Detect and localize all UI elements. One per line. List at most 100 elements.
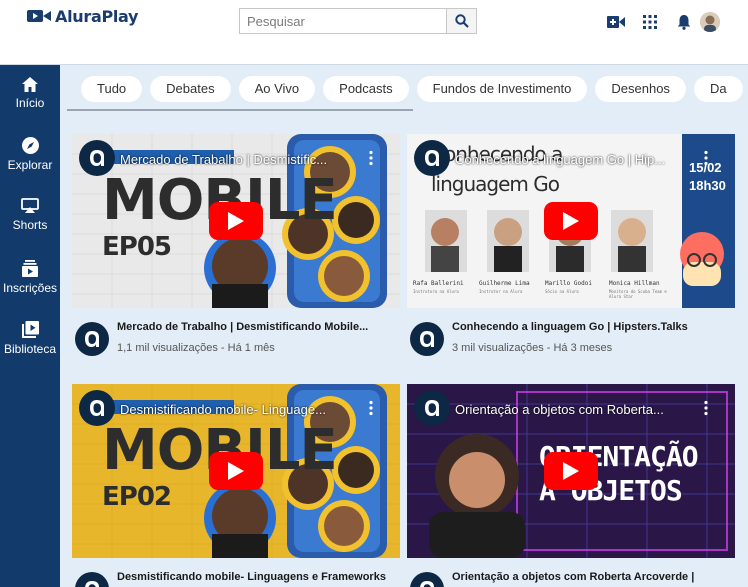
- library-icon: [21, 321, 39, 338]
- video-stats: 3 mil visualizações - Há 3 meses: [452, 342, 613, 354]
- video-card[interactable]: MOBILE EP05 Mercado de Trabalho | Desmis…: [72, 134, 400, 364]
- chip-debates[interactable]: Debates: [150, 75, 231, 102]
- overlay-title: Conhecendo a linguagem Go | Hip...: [455, 152, 666, 167]
- user-avatar[interactable]: [700, 12, 720, 32]
- subscriptions-icon: [22, 260, 38, 277]
- channel-avatar-overlay[interactable]: [79, 140, 115, 176]
- top-bar: AluraPlay: [0, 0, 748, 65]
- play-button[interactable]: [544, 202, 598, 240]
- sidebar-item-label: Biblioteca: [3, 342, 57, 356]
- video-card[interactable]: ORIENTAÇÃO A OBJETOS Orientação a objeto…: [407, 384, 735, 587]
- time-badge: 18h30: [689, 178, 726, 193]
- chip-da[interactable]: Da: [693, 75, 743, 102]
- compass-icon: [21, 137, 39, 154]
- logo-text: AluraPlay: [55, 6, 139, 26]
- thumbnail-speaker-name: Rafa Ballerini: [413, 280, 464, 287]
- chip-tudo[interactable]: Tudo: [81, 75, 143, 102]
- cast-icon: [21, 198, 39, 213]
- sidebar-item-label: Explorar: [7, 158, 53, 172]
- video-stats: 1,1 mil visualizações - Há 1 mês: [117, 342, 275, 354]
- thumbnail-episode-text: EP05: [102, 232, 172, 262]
- play-icon: [563, 462, 579, 480]
- video-card[interactable]: Conhecendo a linguagem Go Rafa Ballerini…: [407, 134, 735, 364]
- channel-avatar-overlay[interactable]: [414, 140, 450, 176]
- play-button[interactable]: [544, 452, 598, 490]
- alura-logo-icon: [420, 581, 434, 587]
- logo[interactable]: AluraPlay: [27, 5, 139, 27]
- video-card[interactable]: MOBILE EP02 Desmistificando mobile- Ling…: [72, 384, 400, 587]
- overlay-title: Mercado de Trabalho | Desmistific...: [120, 152, 328, 167]
- video-title[interactable]: Mercado de Trabalho | Desmistificando Mo…: [117, 321, 368, 333]
- alura-logo-icon: [90, 150, 104, 166]
- video-thumbnail[interactable]: MOBILE EP05 Mercado de Trabalho | Desmis…: [72, 134, 400, 308]
- sidebar-item-label: Inscrições: [2, 281, 58, 295]
- sidebar-item-explorar[interactable]: Explorar: [0, 137, 60, 189]
- alura-logo-icon: [425, 400, 439, 416]
- chip-podcasts[interactable]: Podcasts: [323, 75, 409, 102]
- thumbnail-title-text: linguagem Go: [431, 172, 560, 196]
- thumbnail-speaker-role: Sócio na Alura: [545, 289, 579, 294]
- bell-icon: [677, 15, 691, 30]
- sidebar-item-label: Início: [15, 96, 45, 110]
- search-icon: [454, 14, 469, 28]
- video-camera-plus-icon: [607, 16, 625, 28]
- alura-logo-icon: [85, 581, 99, 587]
- apps-grid-icon: [643, 15, 657, 29]
- channel-avatar[interactable]: [75, 572, 109, 587]
- home-icon: [22, 77, 38, 92]
- more-options-icon[interactable]: [703, 150, 709, 166]
- sidebar-item-label: Shorts: [12, 218, 48, 232]
- thumbnail-speaker-name: Marillo Godoi: [545, 280, 592, 287]
- avatar-face-icon: [700, 12, 720, 32]
- alura-logo-icon: [85, 331, 99, 347]
- play-button[interactable]: [209, 202, 263, 240]
- main-content: Tudo Debates Ao Vivo Podcasts Fundos de …: [60, 65, 748, 587]
- more-options-icon[interactable]: [368, 400, 374, 416]
- thumbnail-speaker-role: Instrutora na Alura: [413, 289, 459, 294]
- apps-button[interactable]: [633, 12, 667, 32]
- channel-avatar-overlay[interactable]: [414, 390, 450, 426]
- video-thumbnail[interactable]: ORIENTAÇÃO A OBJETOS Orientação a objeto…: [407, 384, 735, 558]
- search-bar: [239, 8, 477, 34]
- video-title[interactable]: Orientação a objetos com Roberta Arcover…: [452, 571, 694, 583]
- chip-ao-vivo[interactable]: Ao Vivo: [238, 75, 316, 102]
- sidebar-item-shorts[interactable]: Shorts: [0, 198, 60, 250]
- channel-avatar[interactable]: [410, 322, 444, 356]
- video-thumbnail[interactable]: MOBILE EP02 Desmistificando mobile- Ling…: [72, 384, 400, 558]
- play-icon: [563, 212, 579, 230]
- sidebar-item-biblioteca[interactable]: Biblioteca: [0, 321, 60, 373]
- sidebar-item-inicio[interactable]: Início: [0, 77, 60, 129]
- thumbnail-speaker-name: Monica Hillman: [609, 280, 660, 287]
- chip-fundos-de-investimento[interactable]: Fundos de Investimento: [416, 75, 588, 102]
- search-button[interactable]: [446, 9, 476, 33]
- sidebar: Início Explorar Shorts Inscrições Biblio…: [0, 65, 60, 587]
- video-camera-logo-icon: [27, 10, 51, 22]
- search-input[interactable]: [240, 9, 446, 33]
- create-video-button[interactable]: [599, 12, 633, 32]
- chip-desenhos[interactable]: Desenhos: [595, 75, 686, 102]
- more-options-icon[interactable]: [368, 150, 374, 166]
- video-title[interactable]: Desmistificando mobile- Linguagens e Fra…: [117, 571, 386, 583]
- play-icon: [228, 212, 244, 230]
- notifications-button[interactable]: [667, 12, 701, 32]
- chips-scrollbar[interactable]: [67, 109, 413, 111]
- channel-avatar[interactable]: [75, 322, 109, 356]
- channel-avatar-overlay[interactable]: [79, 390, 115, 426]
- header-actions: [599, 12, 701, 32]
- play-icon: [228, 462, 244, 480]
- overlay-title: Desmistificando mobile- Linguage...: [120, 402, 326, 417]
- more-options-icon[interactable]: [703, 400, 709, 416]
- video-title[interactable]: Conhecendo a linguagem Go | Hipsters.Tal…: [452, 321, 688, 333]
- thumbnail-episode-text: EP02: [102, 482, 172, 512]
- channel-avatar[interactable]: [410, 572, 444, 587]
- alura-logo-icon: [425, 150, 439, 166]
- play-button[interactable]: [209, 452, 263, 490]
- category-chips: Tudo Debates Ao Vivo Podcasts Fundos de …: [67, 65, 748, 112]
- thumbnail-speaker-name: Guilherme Lima: [479, 280, 530, 287]
- overlay-title: Orientação a objetos com Roberta...: [455, 402, 664, 417]
- thumbnail-speaker-role: Instrutor na Alura: [479, 289, 523, 294]
- sidebar-item-inscricoes[interactable]: Inscrições: [0, 260, 60, 312]
- video-thumbnail[interactable]: Conhecendo a linguagem Go Rafa Ballerini…: [407, 134, 735, 308]
- thumbnail-speaker-role: Monitora do Scuba Team e Alura Star: [609, 289, 667, 299]
- alura-logo-icon: [90, 400, 104, 416]
